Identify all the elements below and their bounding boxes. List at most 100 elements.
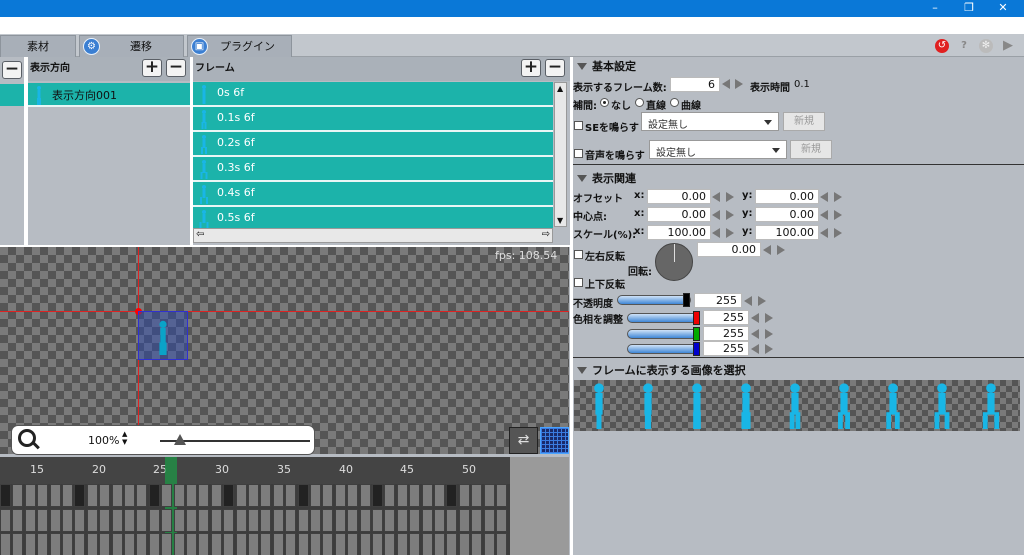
scroll-up-arrow-icon[interactable]: ▲ [557, 84, 563, 93]
timeline-cell[interactable] [272, 509, 284, 532]
increment-arrow-icon[interactable] [726, 228, 734, 238]
scale-y-input[interactable]: 100.00 [755, 225, 819, 240]
red-slider[interactable] [627, 313, 699, 323]
timeline-cell[interactable] [372, 484, 383, 507]
timeline-cell[interactable] [248, 509, 259, 532]
view-toggle-icon[interactable]: ⇄ [509, 427, 538, 454]
timeline-cell[interactable] [49, 484, 61, 507]
opacity-slider[interactable] [617, 295, 691, 305]
timeline-cell[interactable] [248, 533, 259, 555]
flip-horizontal-checkbox[interactable] [574, 250, 583, 259]
timeline-cell[interactable] [0, 533, 11, 555]
center-x-input[interactable]: 0.00 [647, 207, 711, 222]
remove-frame-button[interactable]: − [545, 59, 565, 77]
timeline-cell[interactable] [297, 484, 309, 507]
timeline-cell[interactable] [223, 484, 235, 507]
increment-arrow-icon[interactable] [758, 296, 766, 306]
timeline-cell[interactable] [409, 533, 421, 555]
rotation-dial[interactable] [655, 243, 693, 281]
timeline-cell[interactable] [136, 509, 148, 532]
timeline-cell[interactable] [223, 509, 235, 532]
timeline-cell[interactable] [62, 509, 73, 532]
remove-material-button[interactable]: − [2, 61, 22, 79]
timeline-cell[interactable] [285, 509, 297, 532]
tab-transition[interactable]: ⚙ 遷移 [79, 35, 184, 57]
timeline-cell[interactable] [272, 484, 284, 507]
rotation-input[interactable]: 0.00 [697, 242, 761, 257]
restore-button[interactable]: ❐ [952, 0, 986, 17]
timeline-cell[interactable] [446, 509, 458, 532]
timeline-cell[interactable] [0, 484, 11, 507]
increment-arrow-icon[interactable] [735, 79, 743, 89]
frame-row[interactable]: 0.2s 6f [193, 132, 553, 157]
timeline-cell[interactable] [24, 533, 36, 555]
timeline-cell[interactable] [372, 533, 383, 555]
timeline-cell[interactable] [111, 509, 123, 532]
timeline-cell[interactable] [409, 509, 421, 532]
list-item[interactable]: 表示方向001 [28, 83, 190, 107]
walking-figure-icon[interactable] [584, 381, 614, 429]
frame-row[interactable]: 0s 6f [193, 82, 553, 107]
timeline-cell[interactable] [124, 509, 135, 532]
timeline-cell[interactable] [434, 484, 445, 507]
timeline-cell[interactable] [111, 533, 123, 555]
scroll-down-arrow-icon[interactable]: ▼ [557, 216, 563, 225]
blue-input[interactable]: 255 [703, 341, 749, 356]
timeline-cell[interactable] [74, 509, 86, 532]
timeline-cell[interactable] [396, 484, 408, 507]
scroll-right-arrow-icon[interactable]: ⇨ [542, 229, 550, 240]
timeline-cell[interactable] [235, 533, 247, 555]
frame-count-input[interactable]: 6 [670, 77, 720, 92]
timeline-cell[interactable] [458, 484, 470, 507]
timeline-cell[interactable] [483, 484, 495, 507]
walking-figure-icon[interactable] [878, 381, 908, 429]
decrement-arrow-icon[interactable] [820, 210, 828, 220]
blue-slider-thumb[interactable] [693, 342, 700, 356]
radio-none[interactable] [600, 98, 609, 107]
timeline-cell[interactable] [161, 509, 173, 532]
decrement-arrow-icon[interactable] [751, 344, 759, 354]
green-slider-thumb[interactable] [693, 327, 700, 341]
timeline-cell[interactable] [260, 484, 272, 507]
timeline-cell[interactable] [24, 484, 36, 507]
walking-figure-icon[interactable] [927, 381, 957, 429]
timeline-cell[interactable] [12, 533, 24, 555]
decrement-arrow-icon[interactable] [763, 245, 771, 255]
timeline-cell[interactable] [37, 533, 49, 555]
timeline-cell[interactable] [483, 509, 495, 532]
decrement-arrow-icon[interactable] [751, 329, 759, 339]
timeline-cell[interactable] [434, 533, 445, 555]
timeline-cell[interactable] [334, 484, 346, 507]
timeline-cell[interactable] [384, 533, 396, 555]
increment-arrow-icon[interactable] [765, 313, 773, 323]
section-display[interactable]: 表示関連 [573, 170, 1024, 188]
timeline-cell[interactable] [471, 484, 483, 507]
walking-figure-icon[interactable] [829, 381, 859, 429]
timeline-cell[interactable] [86, 533, 98, 555]
frame-list-hscrollbar[interactable]: ⇦ ⇨ [193, 228, 553, 243]
zoom-stepper[interactable]: ▲ ▼ [122, 430, 127, 446]
se-select[interactable]: 設定無し [641, 112, 779, 131]
tab-materials[interactable]: 素材 [0, 35, 76, 57]
increment-arrow-icon[interactable] [834, 228, 842, 238]
timeline-cell[interactable] [347, 533, 359, 555]
timeline-cell[interactable] [24, 509, 36, 532]
timeline-cell[interactable] [347, 509, 359, 532]
increment-arrow-icon[interactable] [777, 245, 785, 255]
timeline-cell[interactable] [37, 509, 49, 532]
timeline-cell[interactable] [310, 484, 321, 507]
timeline-cell[interactable] [421, 533, 433, 555]
timeline-cell[interactable] [322, 509, 334, 532]
increment-arrow-icon[interactable] [765, 329, 773, 339]
timeline-cell[interactable] [347, 484, 359, 507]
timeline-cell[interactable] [260, 509, 272, 532]
material-row[interactable] [0, 84, 24, 106]
walking-figure-icon[interactable] [682, 381, 712, 429]
timeline-cell[interactable] [359, 509, 371, 532]
timeline-cell[interactable] [272, 533, 284, 555]
walking-figure-icon[interactable] [633, 381, 663, 429]
timeline-cell[interactable] [458, 509, 470, 532]
timeline-cell[interactable] [396, 509, 408, 532]
scroll-left-arrow-icon[interactable]: ⇦ [196, 229, 204, 240]
offset-x-input[interactable]: 0.00 [647, 189, 711, 204]
